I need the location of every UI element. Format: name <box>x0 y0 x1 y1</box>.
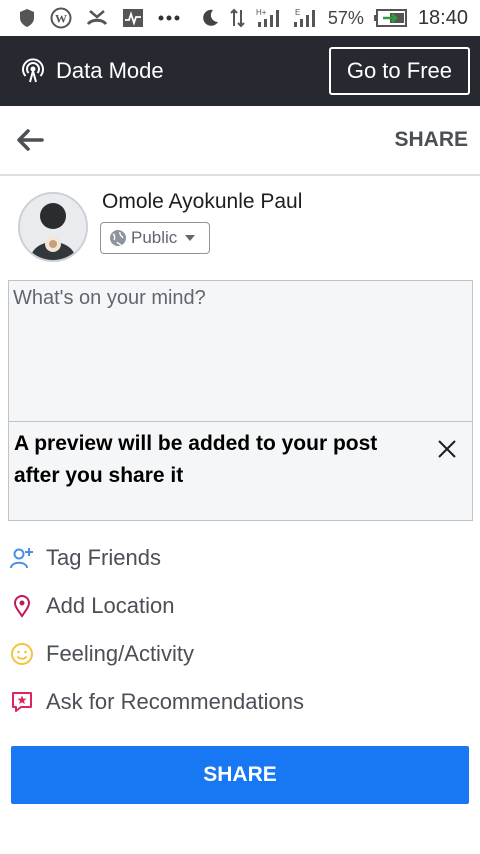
share-button[interactable]: SHARE <box>11 746 469 804</box>
location-pin-icon <box>10 594 34 618</box>
moon-icon <box>200 8 220 28</box>
shield-icon <box>18 8 36 28</box>
share-header-button[interactable]: SHARE <box>394 128 468 152</box>
more-dots-icon <box>158 15 180 21</box>
svg-text:W: W <box>55 12 67 26</box>
close-icon[interactable] <box>436 438 458 465</box>
tag-friends-option[interactable]: Tag Friends <box>10 534 470 582</box>
go-to-free-button[interactable]: Go to Free <box>328 47 470 95</box>
post-options-list: Tag Friends Add Location Feeling/Activit… <box>10 534 470 726</box>
data-mode-bar: Data Mode Go to Free <box>0 36 480 106</box>
ask-recommendations-option[interactable]: Ask for Recommendations <box>10 678 470 726</box>
status-bar: W H+ E 57% 18:40 <box>0 0 480 36</box>
feeling-activity-option[interactable]: Feeling/Activity <box>10 630 470 678</box>
activity-icon <box>122 8 144 28</box>
author-name: Omole Ayokunle Paul <box>102 190 303 213</box>
link-preview-box: A preview will be added to your post aft… <box>8 422 473 521</box>
post-input-placeholder: What's on your mind? <box>13 287 206 309</box>
add-location-label: Add Location <box>46 593 175 618</box>
ask-recommendations-label: Ask for Recommendations <box>46 689 304 714</box>
smiley-icon <box>10 642 34 666</box>
svg-text:E: E <box>295 8 300 17</box>
composer-header: SHARE <box>0 106 480 176</box>
tag-friends-icon <box>10 546 34 570</box>
privacy-label: Public <box>131 228 178 247</box>
broadcast-icon <box>20 58 46 84</box>
tag-friends-label: Tag Friends <box>46 545 161 570</box>
feeling-activity-label: Feeling/Activity <box>46 641 194 666</box>
missed-call-icon <box>86 8 108 28</box>
battery-icon <box>373 9 408 27</box>
clock: 18:40 <box>417 6 468 29</box>
signal-h-icon: H+ <box>256 8 282 28</box>
globe-icon <box>109 229 127 247</box>
data-mode-label: Data Mode <box>56 58 164 83</box>
svg-text:H+: H+ <box>256 8 267 17</box>
battery-percent: 57% <box>327 7 364 28</box>
signal-e-icon: E <box>292 8 318 28</box>
add-location-option[interactable]: Add Location <box>10 582 470 630</box>
privacy-selector[interactable]: Public <box>100 222 211 254</box>
back-arrow-icon[interactable] <box>16 129 44 151</box>
post-author: Omole Ayokunle Paul Public <box>18 186 468 266</box>
avatar <box>18 192 88 262</box>
wordpress-icon: W <box>50 7 72 29</box>
data-arrows-icon <box>230 8 246 28</box>
data-mode-indicator: Data Mode <box>20 58 164 84</box>
caret-down-icon <box>181 233 199 243</box>
post-text-input[interactable]: What's on your mind? <box>8 280 473 422</box>
recommendation-icon <box>10 690 34 714</box>
preview-notice-text: A preview will be added to your post aft… <box>14 432 378 487</box>
